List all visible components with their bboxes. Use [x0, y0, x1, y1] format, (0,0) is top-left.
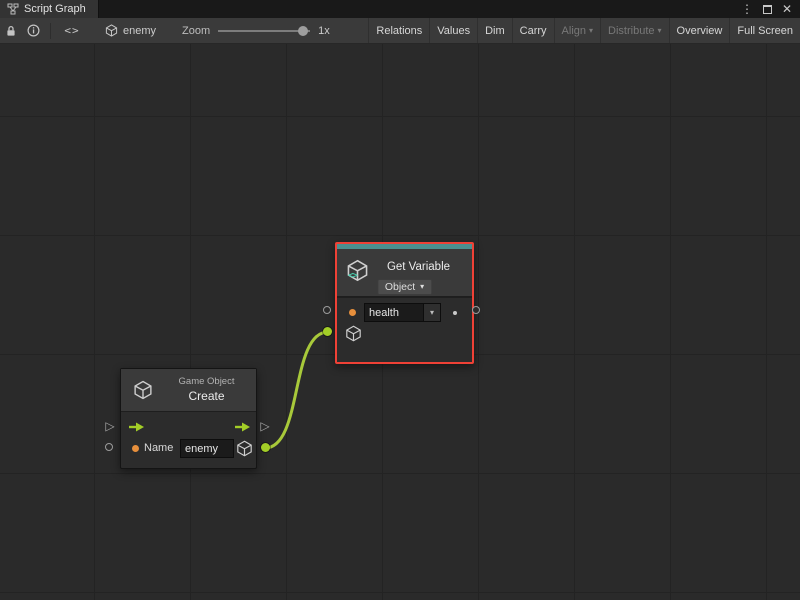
inline-value-indicator: [349, 309, 356, 316]
node-get-variable[interactable]: <> Get Variable Object ▾ ▾: [335, 242, 474, 364]
variable-name-dropdown-button[interactable]: ▾: [424, 303, 441, 322]
toolbar-button-overview[interactable]: Overview: [669, 18, 730, 43]
zoom-slider-handle[interactable]: [298, 26, 308, 36]
name-input-port[interactable]: [105, 443, 113, 451]
toolbar-button-distribute[interactable]: Distribute ▾: [600, 18, 668, 43]
code-view-icon[interactable]: <>: [57, 18, 87, 43]
object-output-port-connected[interactable]: [261, 443, 270, 452]
name-value-input[interactable]: [180, 439, 234, 458]
zoom-label: Zoom: [182, 25, 210, 37]
graph-identity: enemy: [105, 24, 156, 37]
info-icon[interactable]: [22, 18, 44, 43]
zoom-value: 1x: [318, 25, 330, 37]
value-output-indicator: [453, 311, 457, 315]
toolbar-button-relations[interactable]: Relations: [368, 18, 429, 43]
value-output-port[interactable]: [472, 306, 480, 314]
lock-icon[interactable]: [0, 18, 22, 43]
toolbar-button-fullscreen[interactable]: Full Screen: [729, 18, 800, 43]
variable-scope-dropdown[interactable]: Object ▾: [377, 279, 432, 295]
flow-output-arrow-icon[interactable]: [234, 421, 252, 433]
graph-canvas[interactable]: Game Object Create Name: [0, 44, 800, 600]
node-group-label: Game Object: [161, 376, 252, 387]
node-header: Game Object Create: [121, 369, 256, 412]
tab-script-graph[interactable]: Script Graph: [0, 0, 99, 18]
flow-input-port[interactable]: ▷: [103, 419, 117, 433]
inline-value-indicator: [132, 445, 139, 452]
script-graph-icon: [7, 3, 19, 15]
graph-toolbar: <> enemy Zoom 1x Relations Values Dim: [0, 18, 800, 44]
tab-title: Script Graph: [24, 3, 86, 15]
flow-input-arrow-icon[interactable]: [128, 421, 146, 433]
chevron-down-icon: ▾: [589, 27, 593, 35]
chevron-down-icon: ▾: [420, 283, 424, 291]
graph-object-cube-icon: [105, 24, 118, 37]
game-object-cube-icon: [133, 380, 153, 400]
window-controls: ⋮ ✕: [741, 0, 800, 18]
toolbar-button-values[interactable]: Values: [429, 18, 477, 43]
window-titlebar: Script Graph ⋮ ✕: [0, 0, 800, 18]
zoom-slider-track: [218, 30, 310, 32]
variable-code-badge-icon: <>: [348, 271, 357, 281]
close-icon[interactable]: ✕: [782, 3, 792, 15]
node-titles: Game Object Create: [161, 376, 252, 403]
node-game-object-create[interactable]: Game Object Create Name: [120, 368, 257, 469]
toolbar-button-dim[interactable]: Dim: [477, 18, 512, 43]
param-name-label: Name: [144, 442, 173, 454]
name-input-port[interactable]: [323, 306, 331, 314]
node-title: Create: [161, 389, 252, 403]
graph-name-label: enemy: [123, 25, 156, 37]
zoom-slider[interactable]: [218, 24, 310, 38]
chevron-down-icon: ▾: [430, 308, 434, 317]
node-header: <> Get Variable Object ▾: [337, 249, 472, 297]
output-object-cube-icon: [236, 440, 253, 457]
zoom-control: Zoom 1x: [182, 24, 330, 38]
connection-wire[interactable]: [265, 332, 328, 448]
toolbar-button-carry[interactable]: Carry: [512, 18, 554, 43]
maximize-icon[interactable]: [763, 5, 772, 14]
kebab-menu-icon[interactable]: ⋮: [741, 3, 753, 15]
node-title: Get Variable: [371, 261, 466, 273]
flow-output-port[interactable]: ▷: [258, 419, 272, 433]
toolbar-button-align[interactable]: Align ▾: [554, 18, 600, 43]
object-input-port-connected[interactable]: [323, 327, 332, 336]
chevron-down-icon: ▾: [658, 27, 662, 35]
node-body: ▾: [337, 297, 472, 362]
script-graph-window: Script Graph ⋮ ✕ <>: [0, 0, 800, 600]
variable-name-input[interactable]: [364, 303, 424, 322]
toolbar-separator: [50, 23, 51, 39]
target-object-cube-icon: [345, 325, 362, 342]
variable-name-field: ▾: [364, 303, 441, 322]
